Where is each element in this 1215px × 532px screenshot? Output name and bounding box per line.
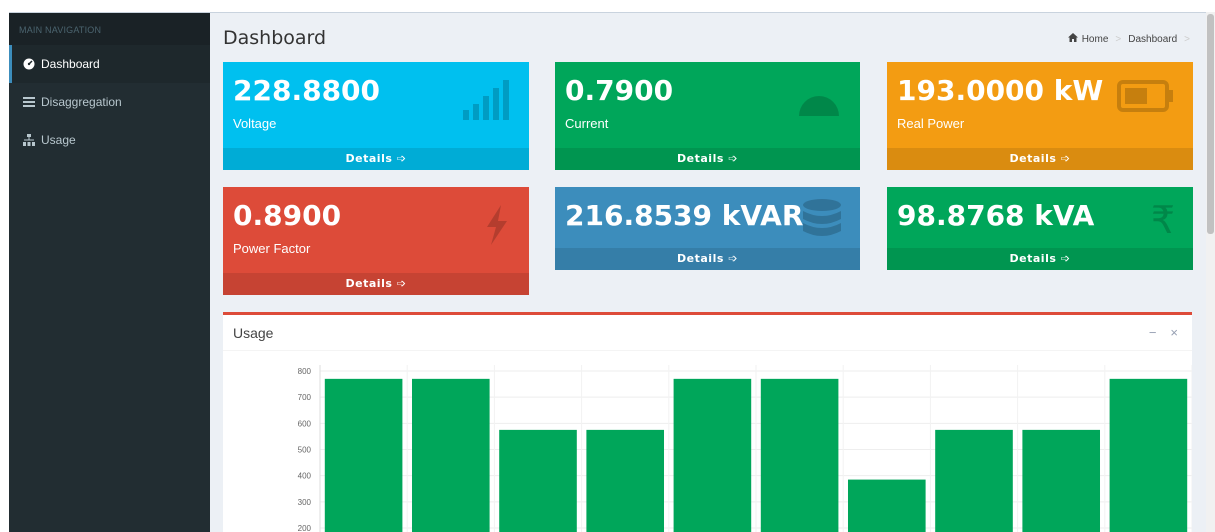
usage-bar[interactable] <box>673 378 752 532</box>
list-icon <box>23 96 35 108</box>
arrow-circle-icon: ➩ <box>728 152 738 165</box>
usage-bar[interactable] <box>760 378 839 532</box>
usage-bar[interactable] <box>411 378 490 532</box>
home-icon <box>1067 33 1078 45</box>
details-link[interactable]: Details ➩ <box>555 248 860 270</box>
kvar-box: 216.8539 kVAR Details ➩ <box>555 187 860 270</box>
sidebar-item-disaggregation[interactable]: Disaggregation <box>9 83 210 121</box>
current-box: 0.7900 Current Details ➩ <box>555 62 860 170</box>
usage-bar[interactable] <box>499 429 577 532</box>
y-tick-label: 700 <box>298 393 312 402</box>
database-icon <box>802 199 842 248</box>
breadcrumb-current: Dashboard <box>1128 33 1178 45</box>
gauge-icon <box>796 80 842 125</box>
box-label: Voltage <box>233 116 277 131</box>
box-value: 193.0000 kW <box>897 74 1104 107</box>
box-value: 228.8800 <box>233 74 381 107</box>
box-value: 98.8768 kVA <box>897 199 1095 232</box>
minimize-button[interactable]: − <box>1149 325 1157 340</box>
arrow-circle-icon: ➩ <box>1060 252 1071 265</box>
arrow-circle-icon: ➩ <box>396 277 407 290</box>
arrow-circle-icon: ➩ <box>396 152 407 165</box>
usage-title: Usage <box>233 325 274 341</box>
box-label: Power Factor <box>233 241 311 256</box>
rupee-icon: ₹ <box>1150 198 1175 242</box>
breadcrumb-home[interactable]: Home <box>1082 34 1109 45</box>
usage-bar[interactable] <box>935 429 1013 532</box>
real-power-box: 193.0000 kW Real Power Details ➩ <box>887 62 1193 170</box>
sidebar-item-label: Dashboard <box>41 57 100 71</box>
scrollbar-thumb[interactable] <box>1207 14 1214 234</box>
sidebar-item-usage[interactable]: Usage <box>9 121 210 159</box>
box-value: 0.7900 <box>565 74 674 107</box>
box-value: 216.8539 kVAR <box>565 199 804 232</box>
battery-icon <box>1117 80 1175 117</box>
breadcrumb: Home > Dashboard > <box>1067 33 1193 45</box>
box-value: 0.8900 <box>233 199 342 232</box>
dashboard-icon <box>23 58 35 70</box>
page-scrollbar[interactable] <box>1206 12 1215 532</box>
arrow-circle-icon: ➩ <box>1060 152 1071 165</box>
box-label: Current <box>565 116 609 131</box>
breadcrumb-separator: > <box>1184 33 1190 45</box>
usage-panel-header: Usage − × <box>223 315 1192 351</box>
usage-bar[interactable] <box>1109 378 1188 532</box>
y-tick-label: 200 <box>298 524 312 532</box>
usage-bar[interactable] <box>1022 429 1101 532</box>
details-link[interactable]: Details ➩ <box>223 148 529 170</box>
voltage-box: 228.8800 Voltage Details ➩ <box>223 62 529 170</box>
usage-bar[interactable] <box>847 479 926 532</box>
usage-bar[interactable] <box>586 429 665 532</box>
nav-header: MAIN NAVIGATION <box>9 13 210 45</box>
y-tick-label: 500 <box>298 446 312 455</box>
sidebar: MAIN NAVIGATION Dashboard Disaggregation… <box>9 13 210 532</box>
y-tick-label: 400 <box>298 472 312 481</box>
main-content: Dashboard Home > Dashboard > 228.8800 Vo… <box>210 13 1215 532</box>
usage-panel: Usage − × 800 700 600 500 400 300 200 <box>223 312 1192 532</box>
details-link[interactable]: Details ➩ <box>223 273 529 295</box>
signal-icon <box>461 80 511 125</box>
sidebar-item-label: Usage <box>41 133 76 147</box>
kva-box: 98.8768 kVA ₹ Details ➩ <box>887 187 1193 270</box>
sitemap-icon <box>23 134 35 146</box>
y-tick-label: 600 <box>298 419 312 428</box>
bolt-icon <box>483 205 511 250</box>
details-link[interactable]: Details ➩ <box>887 248 1193 270</box>
usage-bar[interactable] <box>324 378 403 532</box>
power-factor-box: 0.8900 Power Factor Details ➩ <box>223 187 529 295</box>
arrow-circle-icon: ➩ <box>728 252 738 265</box>
sidebar-item-dashboard[interactable]: Dashboard <box>9 45 210 83</box>
close-button[interactable]: × <box>1170 325 1178 340</box>
page-title: Dashboard <box>223 27 327 49</box>
sidebar-item-label: Disaggregation <box>41 95 122 109</box>
y-tick-label: 800 <box>298 367 312 376</box>
details-link[interactable]: Details ➩ <box>555 148 860 170</box>
breadcrumb-separator: > <box>1115 33 1122 45</box>
panel-tools: − × <box>1149 325 1178 340</box>
y-tick-label: 300 <box>298 498 312 507</box>
box-label: Real Power <box>897 116 965 131</box>
app-frame: MAIN NAVIGATION Dashboard Disaggregation… <box>9 12 1215 532</box>
details-link[interactable]: Details ➩ <box>887 148 1193 170</box>
usage-bar-chart: 800 700 600 500 400 300 200 <box>298 365 1192 532</box>
